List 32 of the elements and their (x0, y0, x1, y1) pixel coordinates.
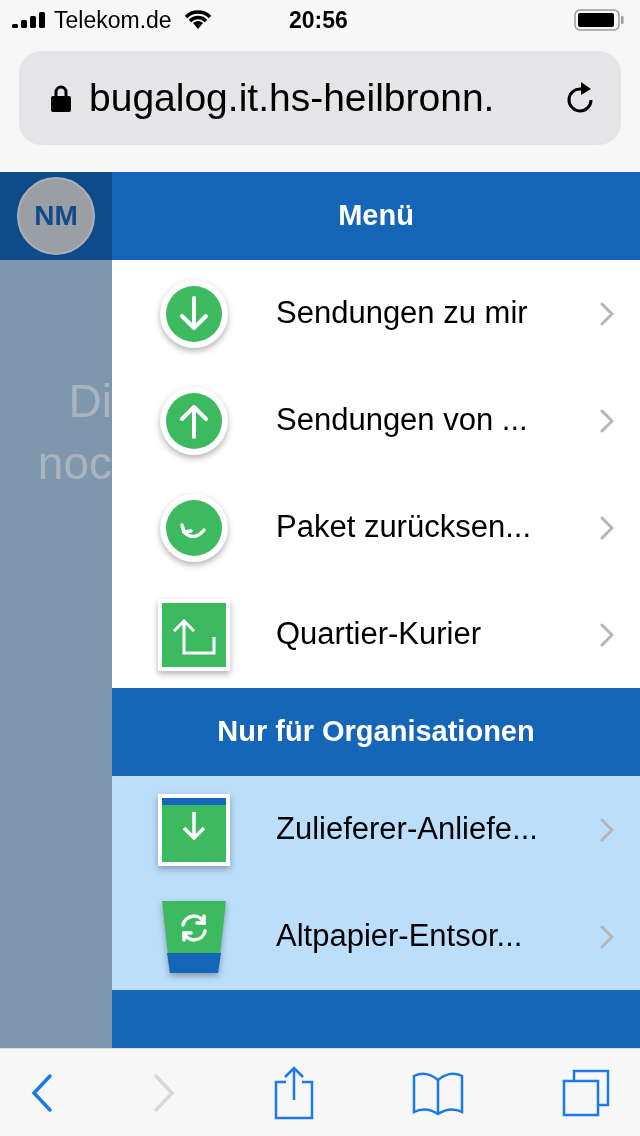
share-icon[interactable] (274, 1065, 314, 1120)
carrier-name: Telekom.de (54, 5, 172, 35)
menu-item-label: Sendungen zu mir (276, 294, 529, 333)
menu-item-label: Zulieferer-Anliefe... (276, 810, 539, 849)
signal-icon (12, 12, 48, 28)
chevron-right-icon (600, 301, 614, 326)
chevron-right-icon (600, 622, 614, 647)
chevron-right-icon (600, 408, 614, 433)
menu-item-label: Quartier-Kurier (276, 615, 482, 654)
menu-item-label: Paket zurücksen... (276, 508, 532, 547)
download-tray-icon (158, 793, 230, 866)
chevron-right-icon (600, 924, 614, 949)
menu-item-label: Sendungen von ... (276, 401, 529, 440)
chevron-right-icon (600, 515, 614, 540)
tabs-icon[interactable] (562, 1068, 610, 1117)
menu-item[interactable]: Altpapier-Entsor... (112, 883, 640, 990)
menu-item[interactable]: Quartier-Kurier (112, 581, 640, 688)
back-icon[interactable] (30, 1072, 54, 1113)
menu-item[interactable]: Sendungen von ... (112, 367, 640, 474)
menu-item-label: Altpapier-Entsor... (276, 917, 524, 956)
lock-icon (51, 84, 71, 112)
menu-item[interactable]: Sendungen zu mir (112, 260, 640, 367)
clock-time: 20:56 (289, 5, 348, 35)
menu-header: Menü (337, 198, 415, 234)
section-header: Nur für Organisationen (216, 714, 536, 750)
menu-item[interactable]: Paket zurücksen... (112, 474, 640, 581)
menu-item[interactable]: Zulieferer-Anliefe... (112, 776, 640, 883)
wifi-icon (183, 10, 212, 30)
url-text: bugalog.it.hs-heilbronn. (89, 74, 496, 121)
battery-icon (574, 9, 624, 31)
chevron-right-icon (600, 817, 614, 842)
address-bar[interactable]: bugalog.it.hs-heilbronn. (19, 51, 621, 145)
